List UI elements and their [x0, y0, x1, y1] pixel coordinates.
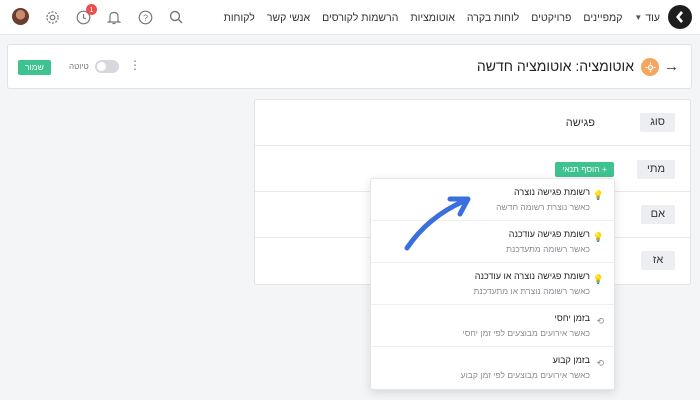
- trigger-description: כאשר אירועים מבוצעים לפי זמן קבוע: [460, 370, 590, 380]
- trigger-description: כאשר אירועים מבוצעים לפי זמן יחסי: [462, 328, 590, 338]
- save-button[interactable]: שמור: [18, 60, 51, 75]
- bulb-icon: 💡: [592, 190, 604, 200]
- trigger-description: כאשר נוצרת רשומה חדשה: [496, 202, 590, 212]
- trigger-title: בזמן קבוע: [552, 355, 590, 365]
- nav-item-customers[interactable]: לקוחות: [224, 12, 255, 24]
- trigger-option-fixed-time[interactable]: ⟲ בזמן קבוע כאשר אירועים מבוצעים לפי זמן…: [371, 347, 614, 389]
- bell-icon[interactable]: [105, 8, 123, 26]
- add-condition-label: הוסף תנאי: [562, 164, 600, 174]
- logo-icon: [676, 11, 683, 23]
- trigger-description: כאשר רשומה נוצרת או מתעדכנת: [473, 286, 590, 296]
- trigger-title: רשומת פגישה נוצרה: [513, 187, 590, 197]
- nav-item-dashboards[interactable]: לוחות בקרה: [467, 12, 519, 24]
- trigger-option-created-or-updated[interactable]: 💡 רשומת פגישה נוצרה או עודכנה כאשר רשומה…: [371, 263, 614, 305]
- rule-row-type: סוג פגישה: [255, 100, 690, 146]
- more-options-icon[interactable]: ⋮: [129, 58, 141, 72]
- history-icon: ⟲: [596, 316, 604, 326]
- rule-label-then: אז: [641, 251, 675, 270]
- chevron-down-icon: ▼: [634, 13, 643, 22]
- automation-header: → אוטומציה: אוטומציה חדשה ⋮ טיוטה שמור: [7, 44, 692, 89]
- svg-text:?: ?: [142, 13, 147, 23]
- plus-icon: +: [599, 164, 607, 174]
- nav-item-automations[interactable]: אוטומציות: [410, 12, 455, 24]
- annotation-arrow-icon: [404, 196, 471, 251]
- gear-icon[interactable]: [43, 8, 61, 26]
- rule-label-if: אם: [640, 205, 675, 224]
- nav-item-projects[interactable]: פרויקטים: [531, 12, 571, 24]
- bulb-icon: 💡: [592, 274, 604, 284]
- automation-icon: [641, 58, 659, 76]
- page-title[interactable]: אוטומציה: אוטומציה חדשה: [477, 58, 634, 74]
- app-logo[interactable]: [668, 5, 692, 29]
- bulb-icon: 💡: [592, 232, 604, 242]
- draft-toggle[interactable]: [95, 60, 119, 73]
- rule-value-type[interactable]: פגישה: [566, 117, 595, 129]
- trigger-title: בזמן יחסי: [554, 313, 590, 323]
- nav-item-campaigns[interactable]: קמפיינים: [583, 12, 622, 24]
- clock-icon[interactable]: 1: [74, 4, 97, 26]
- nav-more-label: עוד: [645, 11, 660, 24]
- rule-label-type: סוג: [640, 113, 675, 132]
- main-nav: לקוחות אנשי קשר הרשמות לקורסים אוטומציות…: [224, 0, 660, 35]
- back-arrow-icon[interactable]: →: [664, 58, 679, 75]
- notification-badge: 1: [86, 4, 97, 15]
- draft-label: טיוטה: [69, 62, 89, 71]
- rule-label-when: מתי: [636, 160, 675, 179]
- trigger-description: כאשר רשומה מתעדכנת: [506, 244, 590, 254]
- trigger-title: רשומת פגישה נוצרה או עודכנה: [474, 271, 590, 281]
- user-avatar[interactable]: [12, 8, 29, 25]
- nav-item-course-registrations[interactable]: הרשמות לקורסים: [322, 12, 398, 24]
- help-icon[interactable]: ?: [136, 8, 154, 26]
- trigger-title: רשומת פגישה עודכנה: [508, 229, 590, 239]
- nav-item-contacts[interactable]: אנשי קשר: [267, 12, 310, 24]
- top-navigation: לקוחות אנשי קשר הרשמות לקורסים אוטומציות…: [0, 0, 700, 35]
- trigger-option-relative-time[interactable]: ⟲ בזמן יחסי כאשר אירועים מבוצעים לפי זמן…: [371, 305, 614, 347]
- history-icon: ⟲: [596, 358, 604, 368]
- nav-more-menu[interactable]: עוד ▼: [634, 12, 660, 24]
- add-condition-button[interactable]: + הוסף תנאי: [555, 162, 614, 177]
- search-icon[interactable]: [167, 8, 185, 26]
